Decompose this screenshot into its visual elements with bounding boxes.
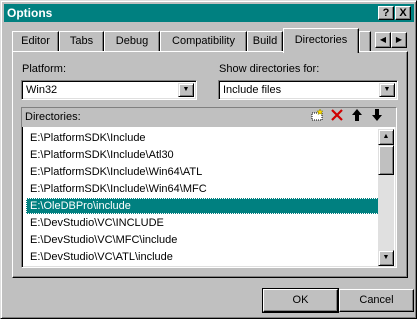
tab-scroll-left-button[interactable]: ◀	[375, 32, 391, 48]
arrow-up-icon: ▲	[382, 133, 390, 140]
show-directories-select[interactable]: Include files ▼	[218, 80, 398, 100]
tab-partial[interactable]	[359, 31, 371, 51]
delete-icon	[331, 109, 343, 121]
delete-directory-button[interactable]	[328, 109, 346, 125]
chevron-down-icon: ▼	[182, 86, 190, 93]
options-dialog: Options ? X Editor Tabs Debug Compatibil…	[0, 0, 417, 319]
tab-debug[interactable]: Debug	[104, 31, 160, 51]
move-down-button[interactable]	[368, 109, 386, 125]
platform-value: Win32	[26, 84, 58, 96]
directories-header: Directories:	[21, 107, 397, 127]
list-item[interactable]: E:\DevStudio\VC\MFC\include	[26, 232, 381, 248]
list-item[interactable]: E:\DevStudio\VC\INCLUDE	[26, 215, 381, 231]
list-item[interactable]: E:\PlatformSDK\Include\Atl30	[26, 147, 381, 163]
platform-dropdown-button[interactable]: ▼	[178, 83, 194, 97]
arrow-left-icon: ◀	[379, 35, 387, 44]
vertical-scrollbar[interactable]: ▲ ▼	[378, 129, 394, 266]
tab-build[interactable]: Build	[247, 31, 283, 51]
new-directory-button[interactable]	[308, 108, 326, 125]
ok-button[interactable]: OK	[262, 288, 339, 313]
list-item-selected[interactable]: E:\OleDBPro\include	[26, 198, 381, 214]
cancel-button[interactable]: Cancel	[339, 289, 414, 312]
move-up-icon	[352, 109, 362, 121]
move-up-button[interactable]	[348, 109, 366, 125]
platform-label: Platform:	[22, 63, 67, 75]
tab-scroll-right-button[interactable]: ▶	[391, 32, 407, 48]
tab-directories[interactable]: Directories	[283, 28, 359, 53]
platform-select[interactable]: Win32 ▼	[21, 80, 197, 100]
arrow-right-icon: ▶	[395, 35, 403, 44]
show-directories-label: Show directories for:	[219, 63, 320, 75]
arrow-down-icon: ▼	[382, 254, 390, 261]
list-item[interactable]: E:\PlatformSDK\Include	[26, 130, 381, 146]
scroll-up-button[interactable]: ▲	[378, 129, 394, 145]
move-down-icon	[372, 109, 382, 121]
list-item[interactable]: E:\PlatformSDK\Include\Win64\MFC	[26, 181, 381, 197]
show-directories-value: Include files	[223, 84, 282, 96]
tab-editor[interactable]: Editor	[12, 31, 59, 51]
scroll-thumb[interactable]	[378, 145, 394, 175]
tab-tabs[interactable]: Tabs	[59, 31, 104, 51]
new-folder-icon	[311, 108, 324, 121]
list-item[interactable]: E:\PlatformSDK\Include\Win64\ATL	[26, 164, 381, 180]
tab-compatibility[interactable]: Compatibility	[160, 31, 247, 51]
list-item[interactable]: E:\DevStudio\VC\ATL\include	[26, 249, 381, 265]
show-directories-dropdown-button[interactable]: ▼	[379, 83, 395, 97]
directories-label: Directories:	[25, 111, 81, 123]
scroll-down-button[interactable]: ▼	[378, 250, 394, 266]
directories-list[interactable]: E:\PlatformSDK\Include E:\PlatformSDK\In…	[21, 127, 397, 268]
chevron-down-icon: ▼	[383, 86, 391, 93]
